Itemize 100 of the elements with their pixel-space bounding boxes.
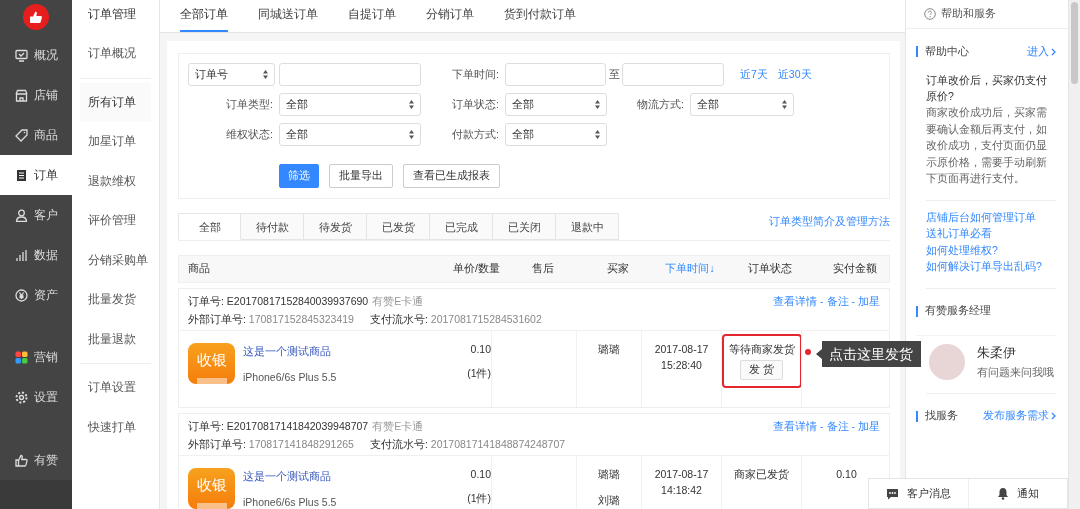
order-action-link[interactable]: 备注 [826, 294, 849, 308]
sort-caret-icon [782, 100, 787, 109]
sidebar-item[interactable]: 分销采购单 [80, 240, 151, 280]
tab[interactable]: 待付款 [241, 213, 304, 240]
help-article-link[interactable]: 送礼订单必看 [926, 225, 1056, 242]
nav-item[interactable]: 概况 [0, 35, 72, 75]
column-header: 单价/数量 [452, 262, 500, 276]
separator-text: - [851, 419, 855, 433]
chat-bubble-icon [885, 487, 899, 500]
product-spec: iPhone6/6s Plus 5.5 [243, 496, 337, 508]
sort-caret-icon [595, 100, 600, 109]
dropdown[interactable]: 全部 [279, 93, 421, 116]
sidebar-item[interactable]: 批量发货 [80, 280, 151, 320]
column-header: 订单状态 [747, 262, 793, 276]
order-number: 订单号: E20170817152840039937690 [188, 294, 369, 308]
order-action-link[interactable]: 备注 [826, 419, 849, 433]
tab[interactable]: 全部 [178, 213, 241, 240]
tab[interactable]: 退款中 [556, 213, 619, 240]
field-label: 物流方式: [636, 97, 685, 112]
nav-item[interactable]: 店铺 [0, 75, 72, 115]
help-answer: 商家改价成功后，买家需要确认金额后再支付，如改价成功，支付页面仍显示原价格，需要手动刷新下页面再进行支付。 [925, 105, 1048, 186]
sidebar-item[interactable]: 所有订单 [80, 82, 151, 122]
dropdown[interactable]: 全部 [279, 123, 421, 146]
date-range-link[interactable]: 近30天 [777, 67, 812, 82]
scrollbar[interactable] [1068, 0, 1080, 509]
bar-chart-icon [15, 248, 28, 262]
thumbnail-text: 收银 [196, 351, 227, 368]
dropdown[interactable]: 全部 [690, 93, 794, 116]
manager-name: 朱柔伊 [977, 343, 1017, 362]
nav-item[interactable]: 数据 [0, 235, 72, 275]
bell-icon [996, 487, 1009, 500]
sidebar-item[interactable]: 批量退款 [80, 319, 151, 359]
tag-icon [15, 128, 28, 142]
sort-caret-icon [409, 100, 414, 109]
text-field[interactable] [279, 63, 421, 86]
separator-text: - [820, 294, 824, 308]
order-action-link[interactable]: 查看详情 [773, 419, 817, 433]
panel-title: 帮助和服务 [941, 7, 996, 21]
help-article-link[interactable]: 如何处理维权? [926, 241, 1056, 258]
scrollbar-thumb[interactable] [1071, 2, 1078, 84]
tab[interactable]: 货到付款订单 [504, 0, 576, 32]
tab[interactable]: 自提订单 [348, 0, 396, 32]
sidebar-item[interactable]: 快速打单 [80, 407, 151, 447]
external-order-number: 外部订单号: 170817141848291265 [188, 437, 354, 451]
date-field[interactable] [505, 63, 606, 86]
bottom-bar-button[interactable]: 通知 [967, 479, 1067, 508]
nav-item[interactable]: 客户 [0, 195, 72, 235]
yen-coin-icon [15, 288, 28, 302]
sidebar-item[interactable]: 评价管理 [80, 201, 151, 241]
order-status: 商家已发货 [734, 468, 789, 482]
unit-price: 0.10 [470, 468, 491, 480]
action-button[interactable]: 查看已生成报表 [403, 164, 500, 188]
publish-request-link[interactable]: 发布服务需求 [983, 409, 1056, 423]
nav-item[interactable]: 设置 [0, 377, 72, 417]
order-action-link[interactable]: 加星 [858, 419, 880, 433]
tab[interactable]: 已关闭 [493, 213, 556, 240]
document-icon [15, 168, 28, 182]
tab[interactable]: 分销订单 [426, 0, 474, 32]
help-question: 订单改价后，买家仍支付原价? [925, 73, 1048, 104]
dropdown[interactable]: 全部 [505, 93, 607, 116]
quantity: (1件) [467, 367, 491, 381]
product-link[interactable]: 这是一个测试商品 [243, 345, 337, 359]
order-status: 等待商家发货 [728, 343, 795, 357]
order-time: 15:28:40 [661, 359, 702, 371]
column-header: 商品 [188, 262, 211, 276]
tab[interactable]: 同城送订单 [258, 0, 318, 32]
help-article-link[interactable]: 如何解决订单导出乱码? [926, 258, 1056, 275]
payment-serial-number: 支付流水号: 2017081715284531602 [369, 312, 542, 326]
product-link[interactable]: 这是一个测试商品 [243, 470, 337, 484]
sidebar-item[interactable]: 加星订单 [80, 122, 151, 162]
tab[interactable]: 全部订单 [180, 0, 228, 32]
monitor-icon [15, 48, 28, 62]
order-action-link[interactable]: 加星 [858, 294, 880, 308]
nav-item[interactable]: 有赞 [0, 440, 72, 480]
sidebar-item[interactable]: 订单设置 [80, 368, 151, 408]
help-article-link[interactable]: 店铺后台如何管理订单 [926, 208, 1056, 225]
help-link[interactable]: 订单类型简介及管理方法 [769, 214, 890, 229]
dropdown[interactable]: 全部 [505, 123, 607, 146]
dropdown[interactable]: 订单号 [188, 63, 275, 86]
section-title: 帮助中心 [925, 44, 969, 59]
date-field[interactable] [622, 63, 724, 86]
tab[interactable]: 已完成 [430, 213, 493, 240]
sidebar-item[interactable]: 退款维权 [80, 161, 151, 201]
tab[interactable]: 已发货 [367, 213, 430, 240]
nav-item[interactable]: 资产 [0, 275, 72, 315]
nav-item[interactable]: 商品 [0, 115, 72, 155]
tab[interactable]: 待发货 [304, 213, 367, 240]
field-label: 付款方式: [451, 127, 500, 142]
ship-button[interactable]: 发 货 [740, 360, 783, 380]
date-range-link[interactable]: 近7天 [740, 67, 768, 82]
enter-link[interactable]: 进入 [1027, 44, 1056, 59]
action-button[interactable]: 批量导出 [329, 164, 393, 188]
pointer-dot [805, 349, 811, 355]
order-action-link[interactable]: 查看详情 [773, 294, 817, 308]
sidebar-item[interactable]: 订单概况 [80, 34, 151, 74]
avatar [929, 343, 965, 380]
nav-item[interactable]: 订单 [0, 155, 72, 195]
nav-item[interactable]: 营销 [0, 337, 72, 377]
chevron-right-icon [1051, 47, 1056, 56]
bottom-bar-button[interactable]: 客户消息 [869, 479, 968, 508]
